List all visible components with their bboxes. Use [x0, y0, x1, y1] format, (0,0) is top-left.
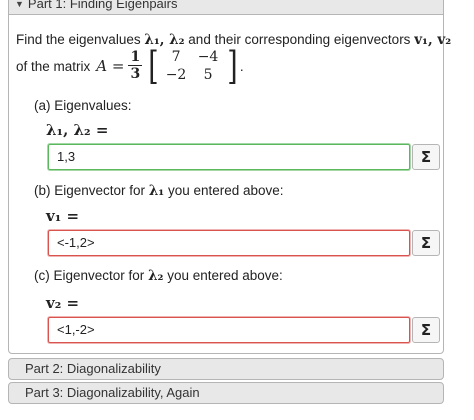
label-text: you entered above: [167, 183, 284, 198]
matrix-entry: −2 [165, 67, 187, 83]
part3-collapsed-header[interactable]: Part 3: Diagonalizability, Again [8, 382, 444, 404]
part2-collapsed-header[interactable]: Part 2: Diagonalizability [8, 358, 444, 380]
eigenvector1-input[interactable]: <-1,2> [48, 230, 410, 256]
label-text: you entered above: [167, 268, 283, 283]
part-c-math-label: v₂ = [46, 294, 80, 312]
eigenvector2-input[interactable]: <1,-2> [48, 317, 410, 343]
eigenvalues-input[interactable]: 1,3 [48, 144, 410, 170]
right-bracket: ] [227, 44, 238, 88]
matrix-entry: 7 [171, 49, 181, 65]
left-bracket: [ [148, 44, 159, 88]
part1-title: Part 1: Finding Eigenpairs [27, 0, 178, 11]
label-text: (b) Eigenvector for [34, 183, 146, 198]
matrix-entry: −4 [197, 49, 219, 65]
matrix-entries: 7 −4 −2 5 [161, 49, 225, 83]
sigma-button[interactable]: Σ [412, 144, 440, 170]
label-text: (c) Eigenvector for [34, 268, 145, 283]
part-a-math-label: λ₁, λ₂ = [46, 121, 109, 139]
fraction-denominator: 3 [130, 66, 141, 82]
sigma-button[interactable]: Σ [412, 317, 440, 343]
part-c-label: (c) Eigenvector for λ₂ you entered above… [34, 268, 283, 284]
part-b-math-label: v₁ = [46, 207, 80, 225]
matrix-name: A = [96, 57, 125, 75]
label-lambda-symbol: λ₂ [148, 268, 164, 284]
prompt-text: of the matrix [16, 58, 91, 74]
sigma-button[interactable]: Σ [412, 230, 440, 256]
part1-header[interactable]: ▼ Part 1: Finding Eigenpairs [9, 0, 443, 15]
label-lambda-symbol: λ₁ [148, 183, 165, 199]
matrix-entry: 5 [203, 67, 213, 83]
part-a-label: (a) Eigenvalues: [34, 98, 132, 113]
collapse-caret-icon[interactable]: ▼ [15, 0, 24, 11]
matrix-scalar-fraction: 1 3 [128, 49, 143, 82]
fraction-numerator: 1 [128, 49, 143, 66]
question-prompt-line2: of the matrix A = 1 3 [ 7 −4 −2 5 ] . [16, 44, 244, 88]
prompt-period: . [239, 58, 244, 74]
prompt-eigenvectors-symbols: v₁, v₂ [414, 32, 452, 48]
part-b-label: (b) Eigenvector for λ₁ you entered above… [34, 183, 284, 199]
